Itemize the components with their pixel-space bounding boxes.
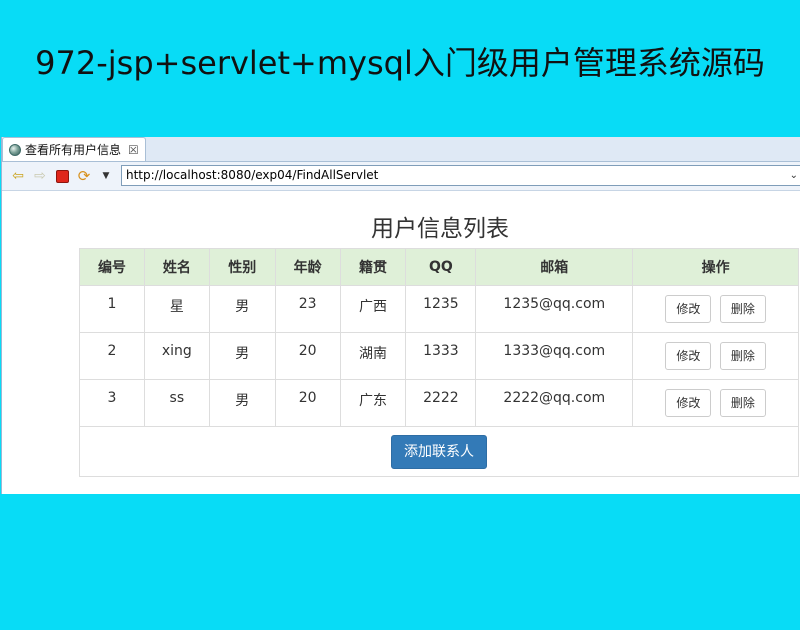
- refresh-icon[interactable]: ⟳: [74, 166, 94, 186]
- page-content: 用户信息列表 编号 姓名 性别 年龄 籍贯 QQ 邮箱 操作 1 星 男 23 …: [2, 191, 800, 494]
- back-arrow-icon[interactable]: ⇦: [8, 166, 28, 186]
- banner-title: 972-jsp+servlet+mysql入门级用户管理系统源码: [35, 44, 765, 82]
- edit-button[interactable]: 修改: [665, 389, 712, 417]
- edit-button[interactable]: 修改: [665, 295, 712, 323]
- cell-hometown: 湖南: [339, 332, 407, 380]
- column-header: 邮箱: [475, 248, 634, 286]
- cell-age: 23: [274, 285, 341, 333]
- delete-button[interactable]: 删除: [719, 389, 766, 417]
- cell-qq: 1333: [405, 332, 477, 380]
- url-text: http://localhost:8080/exp04/FindAllServl…: [126, 168, 379, 182]
- column-header: 姓名: [143, 248, 210, 286]
- globe-icon: [9, 143, 21, 156]
- cell-qq: 1235: [405, 285, 477, 333]
- banner: 972-jsp+servlet+mysql入门级用户管理系统源码: [0, 0, 800, 128]
- chevron-down-icon[interactable]: ⌄: [790, 166, 798, 185]
- cell-name: xing: [143, 332, 210, 380]
- browser-window: 查看所有用户信息 ☒ ⇦ ⇨ ⟳ ▼ http://localhost:8080…: [1, 137, 800, 494]
- page-title: 用户信息列表: [371, 216, 509, 242]
- cell-id: 1: [79, 285, 145, 333]
- url-input[interactable]: http://localhost:8080/exp04/FindAllServl…: [121, 165, 800, 186]
- cell-email: 2222@qq.com: [475, 379, 634, 427]
- cell-actions: 修改 删除: [632, 332, 799, 380]
- table-row: 3 ss 男 20 广东 2222 2222@qq.com 修改 删除: [79, 379, 799, 427]
- cell-gender: 男: [208, 332, 276, 380]
- cell-actions: 修改 删除: [632, 285, 799, 333]
- browser-tab[interactable]: 查看所有用户信息 ☒: [2, 137, 146, 161]
- cell-actions: 修改 删除: [632, 379, 799, 427]
- delete-button[interactable]: 删除: [719, 295, 766, 323]
- cell-name: 星: [143, 285, 210, 333]
- cell-id: 3: [79, 379, 145, 427]
- forward-arrow-icon[interactable]: ⇨: [30, 166, 50, 186]
- column-header: QQ: [405, 248, 477, 286]
- cell-name: ss: [143, 379, 210, 427]
- cell-email: 1333@qq.com: [475, 332, 634, 380]
- tab-bar: 查看所有用户信息 ☒: [2, 137, 800, 162]
- users-table: 编号 姓名 性别 年龄 籍贯 QQ 邮箱 操作 1 星 男 23 广西 1235…: [79, 248, 799, 477]
- stop-button[interactable]: [52, 166, 72, 186]
- cell-age: 20: [274, 379, 341, 427]
- dropdown-icon[interactable]: ▼: [96, 166, 116, 186]
- close-icon[interactable]: ☒: [128, 143, 139, 157]
- browser-toolbar: ⇦ ⇨ ⟳ ▼ http://localhost:8080/exp04/Find…: [2, 162, 800, 191]
- column-header: 籍贯: [339, 248, 407, 286]
- column-header: 操作: [632, 248, 799, 286]
- table-header-row: 编号 姓名 性别 年龄 籍贯 QQ 邮箱 操作: [79, 248, 799, 286]
- column-header: 编号: [79, 248, 145, 286]
- cell-gender: 男: [208, 379, 276, 427]
- add-contact-button[interactable]: 添加联系人: [391, 434, 487, 469]
- tab-title: 查看所有用户信息: [25, 143, 122, 157]
- edit-button[interactable]: 修改: [665, 342, 712, 370]
- delete-button[interactable]: 删除: [719, 342, 766, 370]
- table-row: 1 星 男 23 广西 1235 1235@qq.com 修改 删除: [79, 285, 799, 333]
- cell-age: 20: [274, 332, 341, 380]
- column-header: 性别: [208, 248, 276, 286]
- cell-qq: 2222: [405, 379, 477, 427]
- add-contact-cell: 添加联系人: [79, 426, 799, 477]
- cell-email: 1235@qq.com: [475, 285, 634, 333]
- cell-gender: 男: [208, 285, 276, 333]
- table-row: 2 xing 男 20 湖南 1333 1333@qq.com 修改 删除: [79, 332, 799, 380]
- cell-id: 2: [79, 332, 145, 380]
- cell-hometown: 广东: [339, 379, 407, 427]
- column-header: 年龄: [274, 248, 341, 286]
- stop-icon: [55, 169, 69, 183]
- add-contact-row: 添加联系人: [79, 426, 799, 477]
- cell-hometown: 广西: [339, 285, 407, 333]
